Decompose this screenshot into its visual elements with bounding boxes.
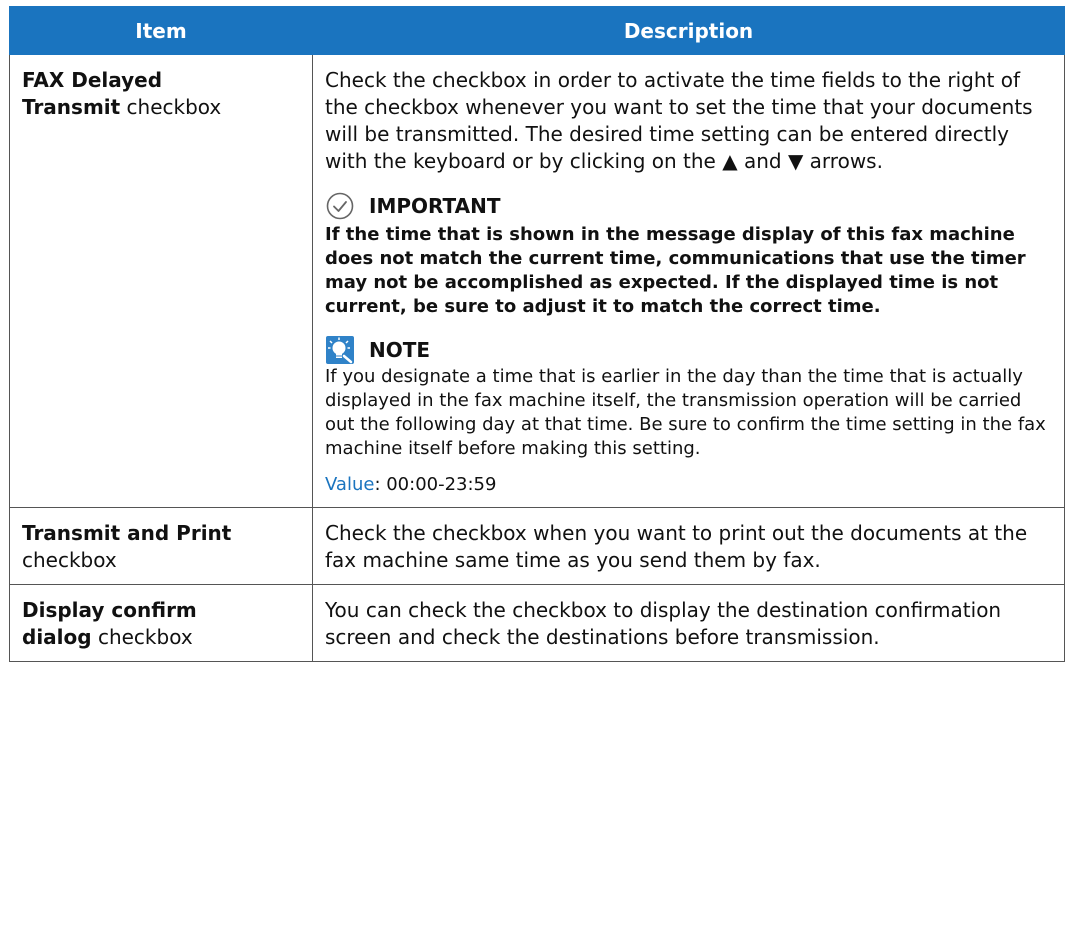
item-name: Transmit	[22, 95, 121, 119]
item-suffix: checkbox	[91, 625, 193, 649]
check-circle-icon	[326, 192, 354, 220]
item-cell: Display confirm dialog checkbox	[9, 584, 313, 662]
item-cell: FAX Delayed Transmit checkbox	[9, 54, 313, 508]
table-header-row: Item Description	[9, 6, 1065, 55]
table-row: Transmit and Print checkbox Check the ch…	[9, 507, 1065, 585]
description-text: Check the checkbox in order to activate …	[325, 68, 1033, 173]
description-cell: Check the checkbox when you want to prin…	[312, 507, 1065, 585]
lightbulb-icon	[326, 336, 354, 364]
important-text: If the time that is shown in the message…	[325, 224, 1026, 317]
value-text: : 00:00-23:59	[374, 474, 497, 495]
item-name: FAX Delayed	[22, 68, 163, 92]
note-text: If you designate a time that is earlier …	[325, 366, 1046, 459]
item-name: Display confirm	[22, 598, 197, 622]
settings-table: Item Description FAX Delayed Transmit ch…	[9, 6, 1065, 662]
value-label[interactable]: Value	[325, 474, 374, 495]
header-item: Item	[9, 6, 313, 55]
description-text: You can check the checkbox to display th…	[325, 598, 1002, 649]
item-name: Transmit and Print	[22, 521, 232, 545]
description-cell: You can check the checkbox to display th…	[312, 584, 1065, 662]
table-row: Display confirm dialog checkbox You can …	[9, 584, 1065, 662]
item-suffix: checkbox	[22, 548, 117, 572]
value-line: Value: 00:00-23:59	[325, 473, 1052, 497]
item-suffix: checkbox	[120, 95, 222, 119]
header-description: Description	[312, 6, 1065, 55]
description-text: Check the checkbox when you want to prin…	[325, 521, 1028, 572]
note-title: NOTE	[369, 338, 431, 362]
description-cell: Check the checkbox in order to activate …	[312, 54, 1065, 508]
item-cell: Transmit and Print checkbox	[9, 507, 313, 585]
note-heading: NOTE	[325, 335, 1052, 365]
table-row: FAX Delayed Transmit checkbox Check the …	[9, 54, 1065, 508]
item-name: dialog	[22, 625, 92, 649]
important-title: IMPORTANT	[369, 194, 501, 218]
important-heading: IMPORTANT	[325, 191, 1052, 221]
